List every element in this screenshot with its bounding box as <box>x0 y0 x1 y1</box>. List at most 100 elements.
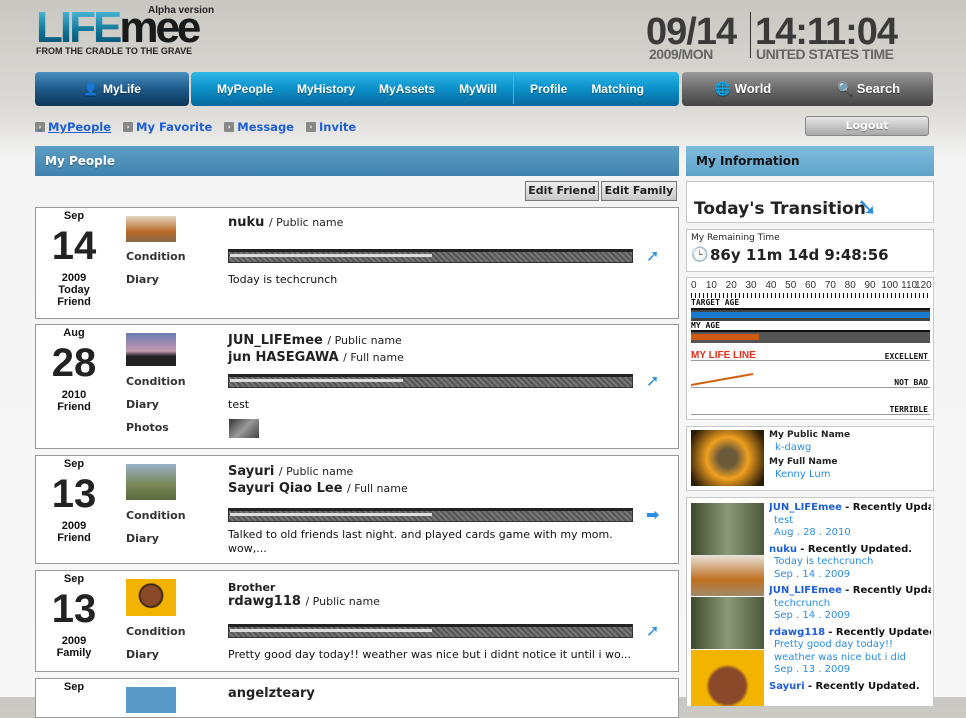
clock-date-sub: 2009/MON <box>649 46 713 62</box>
remaining-label: My Remaining Time <box>691 233 780 243</box>
update-what: - Recently Updated. <box>845 585 931 596</box>
full-name-label: My Full Name <box>769 457 838 467</box>
update-photo[interactable] <box>691 503 764 555</box>
age-tick-label: 0 <box>691 280 697 291</box>
clock-time-sub: UNITED STATES TIME <box>756 46 894 62</box>
lifeline-series <box>691 373 754 386</box>
my-age-label: MY AGE <box>691 321 720 330</box>
update-list: JUN_LIFEmee - Recently Updated. testAug .… <box>769 502 931 693</box>
recent-updates: JUN_LIFEmee - Recently Updated. testAug .… <box>686 497 934 707</box>
public-name[interactable]: nuku / Public name <box>228 215 343 230</box>
person-card[interactable]: Sep angelzteary <box>35 678 679 718</box>
subnav-invite[interactable]: › Invite <box>305 120 357 134</box>
arrow-down-right-icon: ➘ <box>857 193 878 221</box>
person-card[interactable]: Aug 28 2010 Friend Condition Diary Photos J… <box>35 324 679 449</box>
diary-text[interactable]: Pretty good day today!! weather was nice… <box>228 648 631 661</box>
update-text: test <box>774 514 794 526</box>
transition-title: Today's Transition <box>694 199 866 219</box>
edit-family-button[interactable]: Edit Family <box>601 181 677 201</box>
my-age-bar <box>691 330 930 343</box>
condition-bar <box>228 249 633 263</box>
remaining-value: 86y 11m 14d 9:48:56 <box>710 246 889 264</box>
age-tick-label: 70 <box>824 280 836 291</box>
logo[interactable]: LIFEmee Alpha version FROM THE CRADLE TO… <box>36 5 216 58</box>
public-name-value[interactable]: k-dawg <box>775 442 811 453</box>
age-ticks: 0 10 20 30 40 50 60 70 80 90 100 110 120 <box>691 280 932 292</box>
update-photo[interactable] <box>691 597 764 649</box>
diary-text[interactable]: Today is techcrunch <box>228 273 628 286</box>
public-name-suffix: / Public name <box>268 216 344 229</box>
relation: Friend <box>57 296 91 308</box>
update-item[interactable]: JUN_LIFEmee - Recently Updated. techcrunc… <box>769 585 931 623</box>
person-card[interactable]: Sep 14 2009 Today Friend Condition Diary nuk… <box>35 207 679 319</box>
nav-search[interactable]: 🔍 Search <box>837 81 900 97</box>
person-photo[interactable] <box>126 579 176 616</box>
nav-matching[interactable]: Matching <box>579 82 656 96</box>
nav-world[interactable]: 🌐 World <box>715 81 771 97</box>
condition-bar <box>228 374 633 388</box>
subnav-my-favorite[interactable]: › My Favorite <box>123 120 212 134</box>
full-name: jun HASEGAWA / Full name <box>228 350 404 365</box>
my-information-header: My Information <box>686 146 934 176</box>
logout-button[interactable]: Logout <box>805 116 929 136</box>
update-who[interactable]: JUN_LIFEmee <box>769 585 842 596</box>
terrible-line <box>691 414 930 415</box>
public-name[interactable]: rdawg118 / Public name <box>228 594 380 609</box>
day: 13 <box>51 587 97 631</box>
nav-mypeople[interactable]: MyPeople <box>205 82 285 96</box>
update-item[interactable]: nuku - Recently Updated. Today is techcru… <box>769 544 931 582</box>
arrow-up-right-icon: ➚ <box>646 371 660 390</box>
condition-label: Condition <box>126 375 186 388</box>
arrow-right-icon: ➡ <box>646 505 660 524</box>
person-photo[interactable] <box>126 333 176 366</box>
age-tick-label: 80 <box>844 280 856 291</box>
update-photo[interactable] <box>691 555 764 596</box>
public-name[interactable]: JUN_LIFEmee / Public name <box>228 333 402 348</box>
update-who[interactable]: Sayuri <box>769 681 805 692</box>
person-card[interactable]: Sep 13 2009 Family Condition Diary Brother … <box>35 570 679 672</box>
diary-label: Diary <box>126 648 159 661</box>
nav-myhistory[interactable]: MyHistory <box>285 82 367 96</box>
person-photo[interactable] <box>126 464 176 500</box>
update-who[interactable]: nuku <box>769 544 797 555</box>
update-what: - Recently Updated. <box>828 626 931 638</box>
update-item[interactable]: JUN_LIFEmee - Recently Updated. testAug .… <box>769 502 931 540</box>
arrow-up-right-icon: ➚ <box>646 621 660 640</box>
name: Sayuri <box>228 464 275 479</box>
update-who[interactable]: JUN_LIFEmee <box>769 502 842 513</box>
month: Sep <box>63 458 85 470</box>
day: 13 <box>51 472 97 516</box>
arrow-icon: › <box>305 122 316 132</box>
todays-transition: Today's Transition ➘ <box>686 181 934 223</box>
public-name[interactable]: angelzteary <box>228 686 315 701</box>
search-icon: 🔍 <box>836 81 854 96</box>
update-who[interactable]: rdawg118 <box>769 627 825 638</box>
subnav-message[interactable]: › Message <box>224 120 294 134</box>
condition-label: Condition <box>126 625 186 638</box>
diary-label: Diary <box>126 273 159 286</box>
public-name[interactable]: Sayuri / Public name <box>228 464 353 479</box>
subnav-label: Invite <box>318 120 357 134</box>
nav-mywill[interactable]: MyWill <box>447 82 509 96</box>
diary-text[interactable]: test <box>228 398 628 411</box>
edit-friend-button[interactable]: Edit Friend <box>525 181 599 201</box>
age-tick-label: 60 <box>805 280 817 291</box>
profile-avatar[interactable] <box>691 430 764 486</box>
person-photo[interactable] <box>126 216 176 242</box>
full-name-value[interactable]: Kenny Lum <box>775 469 830 480</box>
update-item[interactable]: Sayuri - Recently Updated. <box>769 681 931 694</box>
nav-profile[interactable]: Profile <box>518 82 579 96</box>
subnav-mypeople[interactable]: › MyPeople <box>35 120 111 134</box>
diary-text[interactable]: Talked to old friends last night. and pl… <box>228 528 628 556</box>
person-card[interactable]: Sep 13 2009 Friend Condition Diary Sayuri /… <box>35 455 679 564</box>
update-item[interactable]: rdawg118 - Recently Updated. Pretty good … <box>769 627 931 677</box>
nav-mylife[interactable]: 👤 MyLife <box>35 72 189 106</box>
person-photo[interactable] <box>126 687 176 713</box>
condition-fill <box>230 513 432 516</box>
nav-divider <box>512 74 514 104</box>
update-photo[interactable] <box>691 650 764 706</box>
diary-photo-thumb[interactable] <box>229 419 259 438</box>
condition-label: Condition <box>126 509 186 522</box>
nav-myassets[interactable]: MyAssets <box>367 82 447 96</box>
condition-label: Condition <box>126 250 186 263</box>
